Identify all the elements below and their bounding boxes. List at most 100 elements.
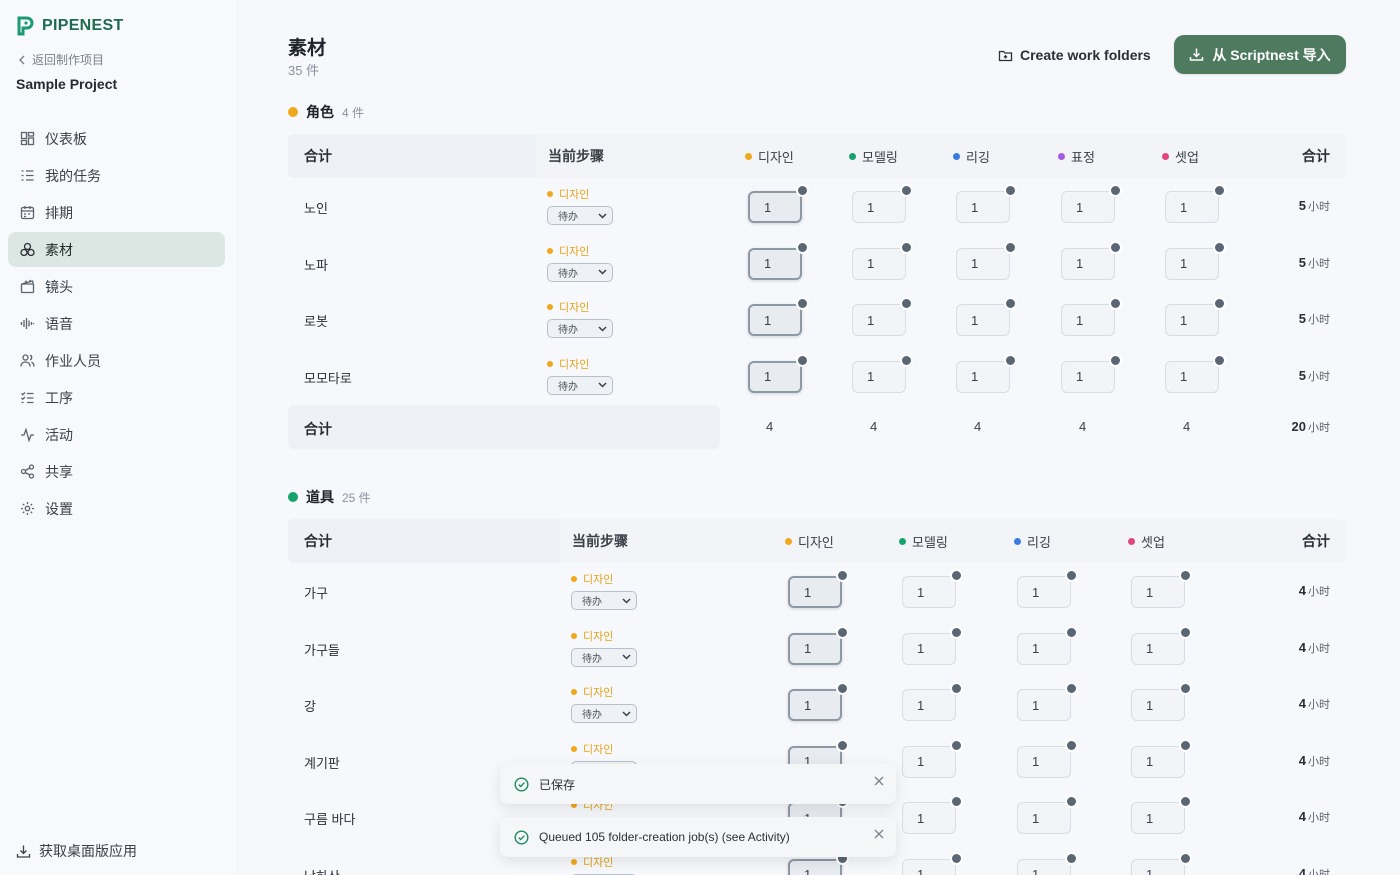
status-select[interactable]: 待办 — [547, 375, 613, 395]
asset-name[interactable]: 구름 바다 — [304, 809, 355, 828]
hours-input[interactable]: 1 — [1131, 745, 1185, 778]
column-header[interactable]: 모델링 — [849, 134, 898, 178]
status-select[interactable]: 待办 — [571, 591, 637, 610]
import-scriptnest-button[interactable]: 从 Scriptnest 导入 — [1174, 35, 1346, 74]
hours-input[interactable]: 1 — [1017, 858, 1071, 875]
brand-logo[interactable]: PIPENEST — [16, 16, 124, 36]
drag-handle[interactable] — [1004, 184, 1017, 197]
hours-input[interactable]: 1 — [852, 247, 906, 280]
status-select[interactable]: 待办 — [571, 647, 637, 667]
drag-handle[interactable] — [900, 353, 913, 367]
drag-handle[interactable] — [1213, 353, 1226, 367]
drag-handle[interactable] — [950, 738, 963, 752]
sidebar-item-assets[interactable]: 素材 — [8, 232, 225, 267]
asset-name[interactable]: 노파 — [304, 255, 328, 274]
hours-input[interactable]: 1 — [902, 689, 956, 721]
drag-handle[interactable] — [1179, 625, 1192, 639]
hours-input[interactable]: 1 — [1061, 304, 1115, 336]
hours-input[interactable]: 1 — [902, 802, 956, 834]
column-header[interactable]: 표정 — [1058, 134, 1095, 178]
status-select[interactable]: 待办 — [547, 206, 613, 225]
drag-handle[interactable] — [900, 297, 913, 310]
hours-input[interactable]: 1 — [902, 858, 956, 875]
close-icon[interactable] — [874, 776, 884, 786]
back-to-projects-link[interactable]: 返回制作项目 — [18, 51, 104, 68]
drag-handle[interactable] — [1065, 738, 1078, 752]
hours-input[interactable]: 1 — [852, 360, 906, 393]
hours-input[interactable]: 1 — [852, 304, 906, 336]
drag-handle[interactable] — [1065, 625, 1078, 639]
drag-handle[interactable] — [900, 240, 913, 254]
drag-handle[interactable] — [1004, 297, 1017, 310]
drag-handle[interactable] — [796, 240, 809, 254]
asset-name[interactable]: 낭하산 — [304, 866, 340, 875]
hours-input[interactable]: 1 — [1165, 360, 1219, 393]
drag-handle[interactable] — [836, 625, 849, 639]
hours-input[interactable]: 1 — [788, 689, 842, 721]
asset-name[interactable]: 계기판 — [304, 753, 340, 772]
status-select[interactable]: 待办 — [547, 262, 613, 282]
hours-input[interactable]: 1 — [748, 360, 802, 393]
column-header[interactable]: 리깅 — [1014, 519, 1051, 563]
hours-input[interactable]: 1 — [852, 191, 906, 223]
drag-handle[interactable] — [1004, 240, 1017, 254]
drag-handle[interactable] — [1179, 569, 1192, 582]
hours-input[interactable]: 1 — [1061, 360, 1115, 393]
hours-input[interactable]: 1 — [1017, 576, 1071, 608]
asset-name[interactable]: 노인 — [304, 198, 328, 217]
close-icon[interactable] — [874, 829, 884, 839]
drag-handle[interactable] — [796, 184, 809, 197]
drag-handle[interactable] — [1109, 297, 1122, 310]
sidebar-item-process[interactable]: 工序 — [8, 380, 225, 415]
hours-input[interactable]: 1 — [956, 360, 1010, 393]
hours-input[interactable]: 1 — [902, 745, 956, 778]
sidebar-item-dashboard[interactable]: 仪表板 — [8, 121, 225, 156]
hours-input[interactable]: 1 — [956, 191, 1010, 223]
asset-name[interactable]: 모모타로 — [304, 368, 352, 387]
hours-input[interactable]: 1 — [1061, 191, 1115, 223]
drag-handle[interactable] — [950, 569, 963, 582]
sidebar-item-activity[interactable]: 活动 — [8, 417, 225, 452]
drag-handle[interactable] — [1065, 682, 1078, 695]
hours-input[interactable]: 1 — [788, 576, 842, 608]
hours-input[interactable]: 1 — [1017, 632, 1071, 665]
drag-handle[interactable] — [1065, 851, 1078, 865]
sidebar-item-shots[interactable]: 镜头 — [8, 269, 225, 304]
drag-handle[interactable] — [1109, 353, 1122, 367]
sidebar-item-schedule[interactable]: 排期 — [8, 195, 225, 230]
hours-input[interactable]: 1 — [1131, 858, 1185, 875]
hours-input[interactable]: 1 — [1165, 247, 1219, 280]
column-header[interactable]: 셋업 — [1128, 519, 1165, 563]
status-select[interactable]: 待办 — [547, 319, 613, 338]
asset-name[interactable]: 로봇 — [304, 311, 328, 330]
drag-handle[interactable] — [1109, 240, 1122, 254]
hours-input[interactable]: 1 — [1017, 802, 1071, 834]
column-header[interactable]: 디자인 — [785, 519, 834, 563]
drag-handle[interactable] — [1213, 184, 1226, 197]
drag-handle[interactable] — [950, 625, 963, 639]
hours-input[interactable]: 1 — [1017, 745, 1071, 778]
status-select[interactable]: 待办 — [571, 704, 637, 723]
drag-handle[interactable] — [950, 682, 963, 695]
drag-handle[interactable] — [950, 795, 963, 808]
hours-input[interactable]: 1 — [748, 247, 802, 280]
sidebar-item-staff[interactable]: 作业人员 — [8, 343, 225, 378]
sidebar-item-my-tasks[interactable]: 我的任务 — [8, 158, 225, 193]
create-work-folders-button[interactable]: Create work folders — [998, 43, 1151, 67]
hours-input[interactable]: 1 — [1165, 191, 1219, 223]
hours-input[interactable]: 1 — [1131, 632, 1185, 665]
drag-handle[interactable] — [1213, 297, 1226, 310]
drag-handle[interactable] — [836, 569, 849, 582]
drag-handle[interactable] — [1065, 795, 1078, 808]
hours-input[interactable]: 1 — [1131, 689, 1185, 721]
sidebar-item-voice[interactable]: 语音 — [8, 306, 225, 341]
sidebar-item-share[interactable]: 共享 — [8, 454, 225, 489]
column-header[interactable]: 모델링 — [899, 519, 948, 563]
asset-name[interactable]: 강 — [304, 696, 316, 715]
hours-input[interactable]: 1 — [788, 632, 842, 665]
drag-handle[interactable] — [1179, 795, 1192, 808]
drag-handle[interactable] — [836, 738, 849, 752]
asset-name[interactable]: 가구들 — [304, 640, 340, 659]
column-header[interactable]: 디자인 — [745, 134, 794, 178]
drag-handle[interactable] — [1065, 569, 1078, 582]
